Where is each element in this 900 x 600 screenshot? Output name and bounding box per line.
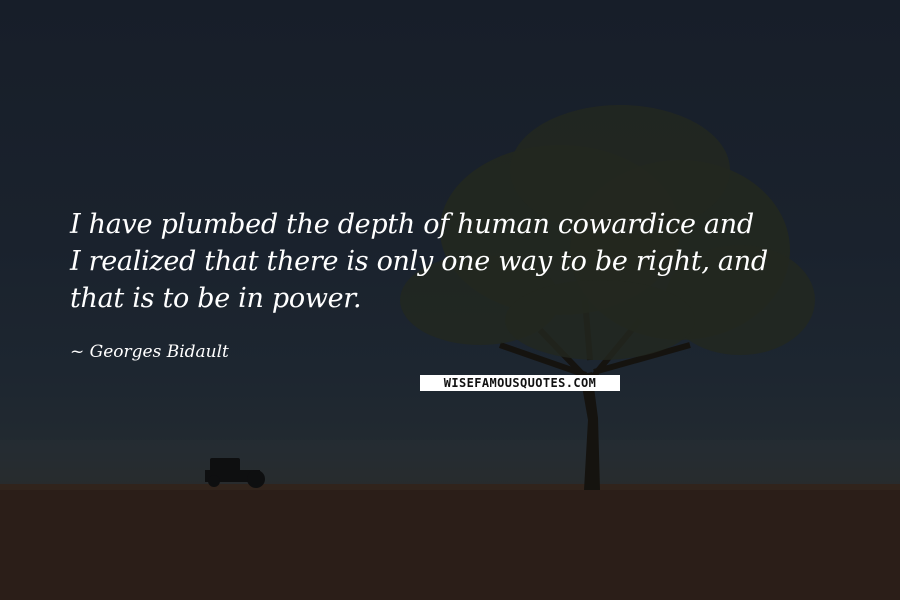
horizon-haze [0, 440, 900, 485]
quote-author: ~ Georges Bidault [70, 342, 229, 362]
field-ground [0, 484, 900, 600]
quote-text: I have plumbed the depth of human coward… [70, 206, 870, 317]
quote-image: I have plumbed the depth of human coward… [0, 0, 900, 600]
quote-line: I realized that there is only one way to… [70, 246, 768, 277]
quote-line: I have plumbed the depth of human coward… [70, 209, 754, 240]
watermark-brand: WISEFAMOUSQUOTES.COM [420, 375, 620, 391]
quote-line: that is to be in power. [70, 283, 362, 314]
